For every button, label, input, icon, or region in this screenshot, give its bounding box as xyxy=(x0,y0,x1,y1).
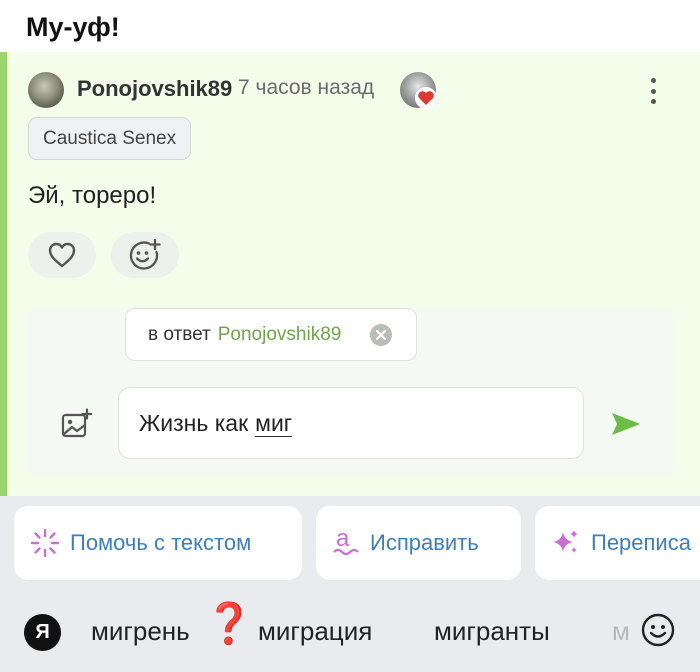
fix-text-label: Исправить xyxy=(370,530,479,555)
comment-card: Ponojovshik89 7 часов назад Caustica Sen… xyxy=(0,52,700,496)
keyboard-panel: Помочь с текстом a Исправить Переписа Я … xyxy=(0,496,700,672)
avatar[interactable] xyxy=(28,72,64,108)
comment-text: Эй, тореро! xyxy=(28,182,157,209)
clear-reply-button[interactable] xyxy=(370,324,392,346)
reply-to-chip: в ответ Ponojovshik89 xyxy=(125,308,417,361)
add-emoji-icon xyxy=(129,238,161,270)
close-icon xyxy=(375,329,387,341)
help-with-text-label: Помочь с текстом xyxy=(70,530,252,555)
rewrite-text-button[interactable]: Переписа xyxy=(535,506,700,580)
fix-text-button[interactable]: a Исправить xyxy=(316,506,521,580)
help-with-text-button[interactable]: Помочь с текстом xyxy=(14,506,302,580)
comment-accent-bar xyxy=(0,52,7,496)
reply-target-user[interactable]: Ponojovshik89 xyxy=(218,324,342,346)
more-options-icon[interactable] xyxy=(640,74,666,108)
reply-input[interactable]: Жизнь как миг xyxy=(118,387,584,459)
suggestion-word[interactable]: мигрень xyxy=(91,616,190,647)
suggestion-word[interactable]: мигранты xyxy=(434,616,550,647)
sparkles-icon xyxy=(551,528,581,558)
like-button[interactable] xyxy=(28,232,96,278)
reply-composer: в ответ Ponojovshik89 Жизнь как миг xyxy=(28,308,673,476)
svg-text:a: a xyxy=(336,527,350,552)
page-title: Му-уф! xyxy=(26,12,120,42)
send-icon[interactable] xyxy=(610,410,642,438)
yandex-logo-button[interactable]: Я xyxy=(24,614,61,651)
suggestion-word-truncated[interactable]: м xyxy=(612,616,630,647)
heart-icon xyxy=(48,242,76,268)
user-tag-chip[interactable]: Caustica Senex xyxy=(28,117,192,160)
emoji-keyboard-icon[interactable] xyxy=(640,612,676,648)
question-mark-emoji: ❓ xyxy=(204,602,254,646)
page-header: Му-уф! xyxy=(0,0,700,52)
add-reaction-button[interactable] xyxy=(111,232,179,278)
spellcheck-a-icon: a xyxy=(332,527,360,559)
sparkle-burst-icon xyxy=(30,528,60,558)
heart-badge-icon xyxy=(415,87,437,109)
reply-prefix: в ответ xyxy=(148,323,211,345)
comment-timestamp: 7 часов назад xyxy=(238,76,375,99)
suggestion-word[interactable]: миграция xyxy=(258,616,372,647)
reply-input-current-word: миг xyxy=(255,409,293,437)
rewrite-text-label: Переписа xyxy=(591,530,691,555)
attach-image-icon[interactable] xyxy=(60,408,92,440)
comment-username[interactable]: Ponojovshik89 xyxy=(77,76,232,102)
reply-input-text: Жизнь как xyxy=(139,409,249,436)
